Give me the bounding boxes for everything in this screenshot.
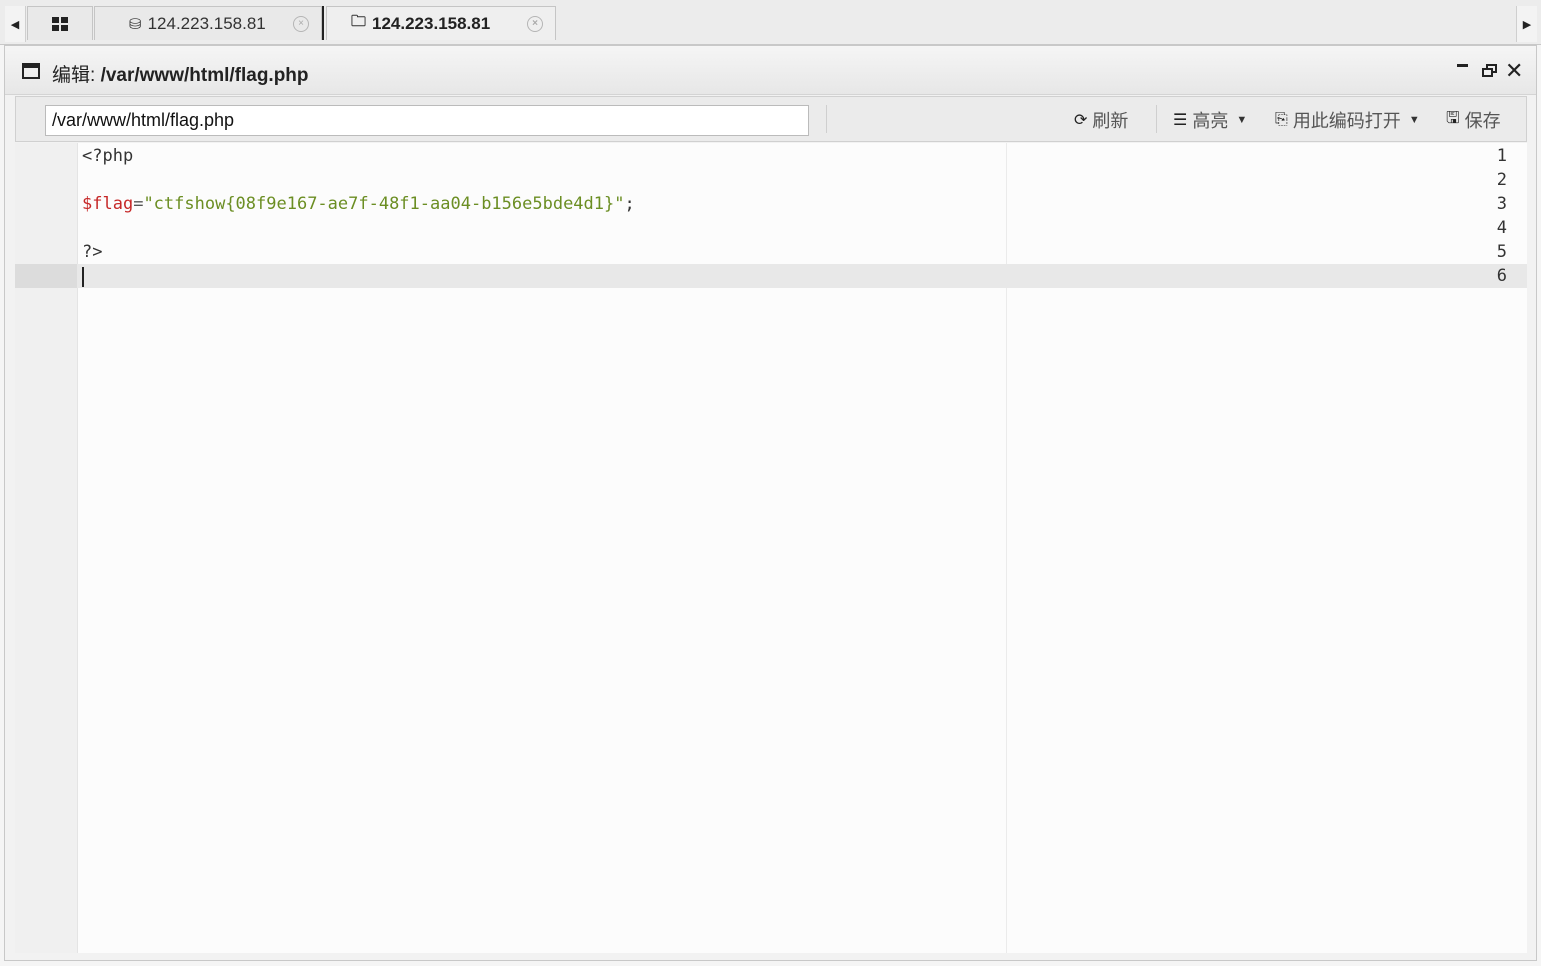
scroll-left-button[interactable]: ◀ — [5, 6, 26, 42]
tab-label: 124.223.158.81 — [147, 13, 266, 33]
code-text: <?php — [82, 146, 134, 166]
line-number: 4 — [1496, 218, 1507, 238]
window-title: 编辑: /var/www/html/flag.php — [52, 60, 309, 87]
line-number: 6 — [1496, 266, 1507, 286]
chevron-down-icon: ▼ — [1236, 114, 1248, 126]
code-line[interactable]: 4 — [15, 216, 1527, 240]
line-number: 1 — [1496, 146, 1507, 166]
scroll-right-button[interactable]: ▶ — [1516, 6, 1537, 42]
window-titlebar[interactable]: 编辑: /var/www/html/flag.php ✕ — [5, 46, 1536, 95]
save-button[interactable]: 🖫 保存 — [1446, 107, 1501, 133]
minimize-icon[interactable] — [1457, 64, 1468, 67]
code-line[interactable]: 2 — [15, 168, 1527, 192]
close-tab-icon[interactable]: × — [293, 16, 309, 32]
code-line[interactable]: 5 ?> — [15, 240, 1527, 264]
tab-label: 124.223.158.81 — [372, 13, 491, 33]
restore-icon[interactable] — [1482, 64, 1497, 77]
editor-window: 编辑: /var/www/html/flag.php ✕ ⟳ 刷新 ☰ 高亮 ▼… — [4, 45, 1537, 961]
file-path-input[interactable] — [45, 105, 809, 136]
refresh-label: 刷新 — [1092, 111, 1129, 131]
toolbar-divider — [826, 105, 827, 133]
close-window-icon[interactable]: ✕ — [1505, 58, 1523, 84]
editor-toolbar: ⟳ 刷新 ☰ 高亮 ▼ ⎘ 用此编码打开 ▼ 🖫 保存 — [15, 96, 1527, 142]
toolbar-divider — [1156, 105, 1157, 133]
save-label: 保存 — [1464, 111, 1501, 131]
open-with-encoding-dropdown[interactable]: ⎘ 用此编码打开 ▼ — [1275, 107, 1420, 133]
highlight-dropdown[interactable]: ☰ 高亮 ▼ — [1173, 107, 1247, 133]
line-number: 5 — [1496, 242, 1507, 262]
code-text: $flag="ctfshow{08f9e167-ae7f-48f1-aa04-b… — [82, 194, 635, 214]
highlight-label: 高亮 — [1192, 111, 1229, 131]
tab-bar: ◀ ⛁ 124.223.158.81 × 🗀 124.223.158.81 × … — [0, 0, 1541, 45]
list-icon: ☰ — [1173, 112, 1188, 129]
php-operator: = — [133, 194, 144, 214]
encoding-label: 用此编码打开 — [1292, 111, 1401, 131]
chevron-down-icon: ▼ — [1408, 114, 1420, 126]
php-semicolon: ; — [624, 194, 635, 214]
code-line[interactable]: 1 <?php — [15, 144, 1527, 168]
line-number: 2 — [1496, 170, 1507, 190]
code-line[interactable]: 3 $flag="ctfshow{08f9e167-ae7f-48f1-aa04… — [15, 192, 1527, 216]
close-tab-icon[interactable]: × — [527, 16, 543, 32]
window-icon — [22, 63, 40, 79]
php-variable: $flag — [82, 194, 134, 214]
code-line[interactable]: 6 — [15, 264, 1527, 288]
tab-divider — [322, 6, 324, 40]
database-icon: ⛁ — [129, 15, 142, 33]
folder-icon: 🗀 — [351, 13, 367, 30]
window-title-label: 编辑: — [52, 65, 96, 86]
tab-file-manager[interactable]: 🗀 124.223.158.81 × — [326, 6, 556, 40]
window-title-path: /var/www/html/flag.php — [100, 65, 309, 86]
encoding-icon: ⎘ — [1275, 111, 1288, 128]
grid-icon — [52, 16, 68, 31]
line-number: 3 — [1496, 194, 1507, 214]
refresh-icon: ⟳ — [1074, 112, 1088, 129]
code-text: ?> — [82, 242, 103, 262]
refresh-button[interactable]: ⟳ 刷新 — [1074, 107, 1128, 133]
tab-home[interactable] — [27, 6, 93, 40]
save-icon: 🖫 — [1446, 109, 1460, 127]
text-cursor — [82, 267, 84, 287]
php-string: "ctfshow{08f9e167-ae7f-48f1-aa04-b156e5b… — [143, 194, 625, 214]
code-editor[interactable]: 1 <?php 2 3 $flag="ctfshow{08f9e167-ae7f… — [15, 143, 1527, 953]
tab-database[interactable]: ⛁ 124.223.158.81 × — [94, 6, 322, 40]
